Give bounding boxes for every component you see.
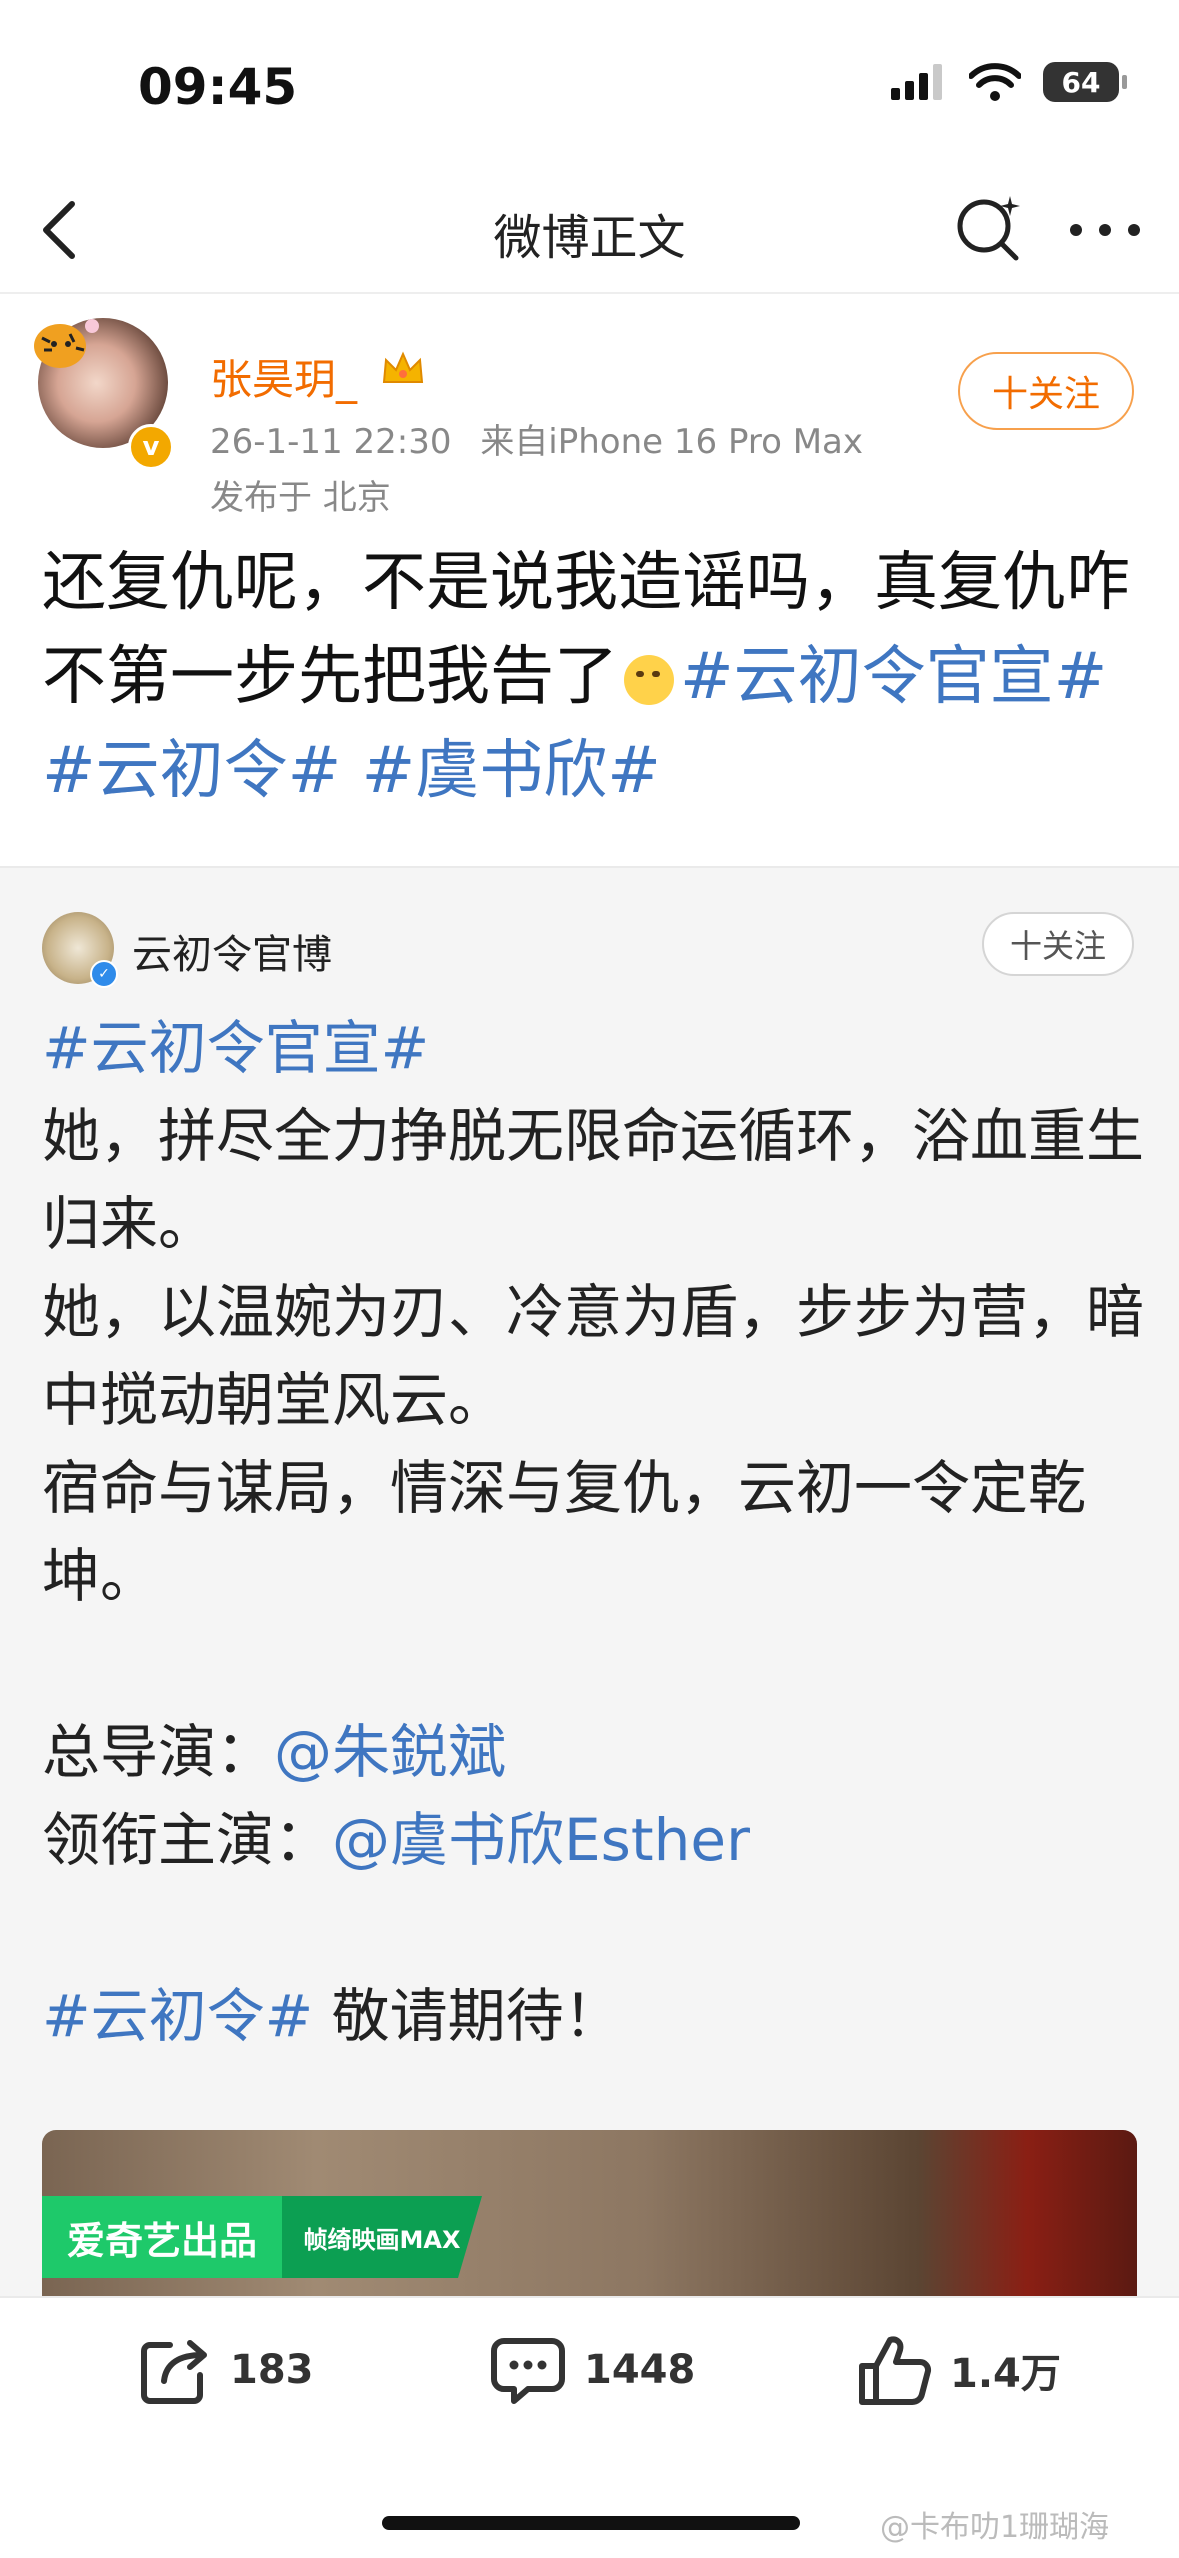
repost-button[interactable]: 183 (136, 2330, 314, 2410)
search-button[interactable] (950, 188, 1030, 268)
hashtag-link[interactable]: #云初令# (42, 1982, 313, 2050)
post-meta: 26-1-11 22:30 来自iPhone 16 Pro Max (210, 414, 863, 463)
tiger-pendant-icon (34, 319, 99, 368)
max-badge: 帧绮映画MAX (282, 2196, 482, 2278)
post-source: 来自iPhone 16 Pro Max (480, 422, 863, 462)
post-location: 发布于 北京 (210, 478, 391, 518)
watermark: @卡布叻1珊瑚海 (880, 2510, 1110, 2545)
post-timestamp: 26-1-11 22:30 (210, 422, 452, 462)
home-indicator[interactable] (382, 2516, 800, 2530)
crown-icon (382, 351, 424, 383)
follow-button[interactable]: 十关注 (958, 352, 1134, 430)
thinking-emoji-icon (624, 655, 674, 706)
more-options-button[interactable] (1060, 200, 1150, 260)
repost-author[interactable]: 云初令官博 (132, 922, 332, 980)
hashtag-link[interactable]: #云初令官宣# (42, 1014, 429, 1082)
director-label: 总导演： (42, 1718, 275, 1786)
comment-icon (491, 2338, 565, 2404)
hashtag-link[interactable]: #虞书欣# (362, 734, 661, 808)
share-icon (141, 2340, 207, 2404)
comment-button[interactable]: 1448 (488, 2330, 695, 2410)
battery-icon: 64 (1043, 62, 1127, 102)
post-text: 还复仇呢，不是说我造谣吗，真复仇咋不第一步先把我告了 #云初令官宣# #云初令# … (42, 536, 1152, 818)
hashtag-link[interactable]: #云初令# (42, 734, 341, 808)
more-dots-icon (1070, 224, 1140, 236)
like-count: 1.4万 (950, 2351, 1061, 2397)
repost-line: 她，以温婉为刃、冷意为盾，步步为营，暗中搅动朝堂风云。 (42, 1278, 1145, 1434)
mention-link[interactable]: @虞书欣Esther (332, 1806, 750, 1874)
search-icon (957, 196, 1020, 261)
nav-divider (0, 292, 1179, 294)
thumbs-up-icon (859, 2336, 932, 2405)
repost-count: 183 (230, 2347, 314, 2393)
repost-text: #云初令官宣# 她，拼尽全力挣脱无限命运循环，浴血重生归来。 她，以温婉为刃、冷… (42, 1004, 1152, 2060)
repost-line: 她，拼尽全力挣脱无限命运循环，浴血重生归来。 (42, 1102, 1145, 1258)
lead-label: 领衔主演： (42, 1806, 333, 1874)
status-time: 09:45 (138, 58, 298, 116)
iqiyi-badge: 爱奇艺出品 (42, 2196, 282, 2278)
wifi-icon (969, 63, 1021, 101)
comment-count: 1448 (584, 2347, 696, 2393)
like-button[interactable]: 1.4万 (854, 2330, 1061, 2410)
repost-line: 宿命与谋局，情深与复仇，云初一令定乾坤。 (42, 1454, 1087, 1610)
mention-link[interactable]: @朱鋭斌 (274, 1718, 506, 1786)
verified-badge-icon: v (128, 424, 174, 470)
repost-follow-button[interactable]: 十关注 (982, 912, 1134, 976)
cellular-signal-icon (891, 64, 942, 100)
closing-text: 敬请期待！ (313, 1982, 622, 2050)
verified-blue-badge-icon: ✓ (90, 960, 118, 988)
username[interactable]: 张昊玥_ (210, 346, 357, 407)
hashtag-link[interactable]: #云初令官宣# (680, 640, 1107, 714)
status-icons: 64 (891, 62, 1127, 102)
